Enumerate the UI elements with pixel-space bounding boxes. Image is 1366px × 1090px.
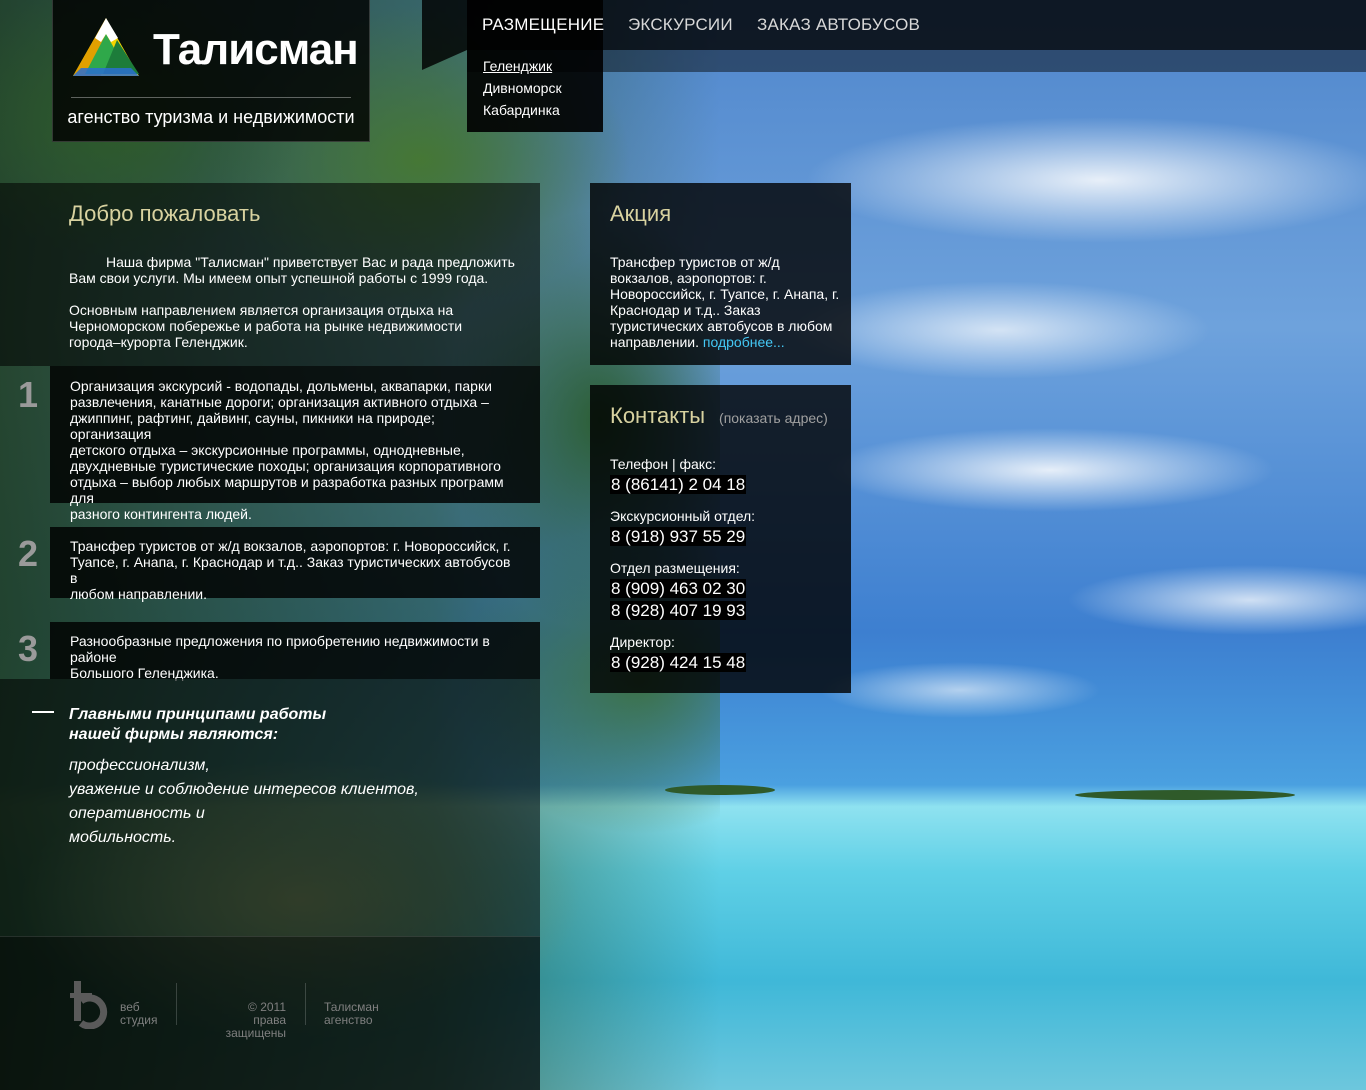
footer-line: права защищены: [225, 1013, 286, 1040]
accommodation-dropdown: РАЗМЕЩЕНИЕ Геленджик Дивноморск Кабардин…: [467, 0, 604, 132]
logo-name: Талисман: [153, 25, 359, 74]
service-line: джиппинг, рафтинг, дайвинг, сауны, пикни…: [70, 410, 435, 442]
excursion-dept-phone: 8 (918) 937 55 29: [610, 527, 747, 547]
service-line: разного контингента людей.: [70, 506, 252, 522]
footer-copyright: © 2011 права защищены: [194, 1001, 286, 1040]
director-label: Директор:: [610, 634, 675, 650]
service-line: Туапсе, г. Анапа, г. Краснодар и т.д.. З…: [70, 554, 511, 586]
welcome-line: Вам свои услуги. Мы имеем опыт успешной …: [69, 270, 489, 286]
phone-label: Телефон | факс:: [610, 456, 716, 472]
principle-item: оперативность и: [69, 805, 205, 822]
principle-item: профессионализм,: [69, 757, 210, 774]
nav-accommodation[interactable]: РАЗМЕЩЕНИЕ: [482, 15, 604, 35]
service-number: 3: [18, 628, 39, 669]
contacts-panel: Контакты (показать адрес) Телефон | факс:…: [590, 385, 851, 693]
promo-text: Трансфер туристов от ж/д вокзалов, аэроп…: [610, 254, 845, 350]
logo-tagline: агенство туризма и недвижимости: [67, 107, 355, 127]
promo-line: туристических автобусов в любом: [610, 318, 833, 334]
footer: веб студия © 2011 права защищены Талисма…: [0, 936, 540, 1090]
dropdown-item-kabardinka[interactable]: Кабардинка: [483, 102, 560, 118]
principles-heading-line: нашей фирмы являются:: [69, 726, 279, 743]
nav-bus-order[interactable]: ЗАКАЗ АВТОБУСОВ: [757, 15, 920, 35]
dropdown-item-gelendzhik[interactable]: Геленджик: [483, 58, 552, 74]
welcome-line: Наша фирма "Талисман" приветствует Вас и…: [106, 254, 515, 270]
principles-heading-line: Главными принципами работы: [69, 706, 327, 723]
director-phone: 8 (928) 424 15 48: [610, 653, 747, 673]
promo-line: Новороссийск, г. Туапсе, г. Анапа, г.: [610, 286, 840, 302]
background-island: [1075, 790, 1295, 800]
welcome-title: Добро пожаловать: [69, 201, 261, 226]
principles-heading: Главными принципами работы нашей фирмы я…: [69, 705, 369, 745]
phone-value: 8 (909) 463 02 30: [610, 579, 747, 598]
service-item-2: 2 Трансфер туристов от ж/д вокзалов, аэр…: [0, 527, 540, 602]
principles-dash: [32, 711, 54, 713]
logo-divider: [71, 97, 351, 98]
promo-line: направлении. подробнее...: [610, 334, 845, 350]
excursion-dept-label: Экскурсионный отдел:: [610, 508, 756, 524]
footer-agency: Талисман агенство: [324, 1001, 379, 1027]
promo-title: Акция: [610, 201, 672, 226]
nav-excursions[interactable]: ЭКСКУРСИИ: [628, 15, 733, 35]
service-line: Организация экскурсий - водопады, дольме…: [70, 378, 492, 394]
service-line: Трансфер туристов от ж/д вокзалов, аэроп…: [70, 538, 511, 554]
main-content: Добро пожаловать Наша фирма "Талисман" п…: [0, 183, 540, 1090]
service-line: двухдневные туристические походы; органи…: [70, 458, 501, 474]
service-item-3: 3 Разнообразные предложения по приобрете…: [0, 622, 540, 681]
accommodation-dept-label: Отдел размещения:: [610, 560, 740, 576]
top-nav-notch: [422, 50, 467, 70]
show-address-link[interactable]: (показать адрес): [719, 410, 828, 426]
service-line: отдыха – выбор любых маршрутов и разрабо…: [70, 474, 504, 506]
phone-value: 8 (86141) 2 04 18: [610, 475, 747, 494]
welcome-line: Основным направлением является организац…: [69, 302, 454, 318]
service-number: 2: [18, 533, 39, 574]
welcome-line: города–курорта Геленджик.: [69, 334, 248, 350]
principles-section: Главными принципами работы нашей фирмы я…: [0, 679, 540, 936]
promo-line: Краснодар и т.д.. Заказ: [610, 302, 761, 318]
background-island: [665, 785, 775, 795]
phone-value: 8 (928) 424 15 48: [610, 653, 747, 672]
service-text: Трансфер туристов от ж/д вокзалов, аэроп…: [70, 538, 520, 602]
phone-value: 8 (928) 407 19 93: [610, 601, 747, 620]
promo-line: вокзалов, аэропортов: г.: [610, 270, 767, 286]
footer-studio-text[interactable]: веб студия: [120, 1001, 157, 1027]
service-line: детского отдыха – экскурсионные программ…: [70, 442, 465, 458]
phone-value: 8 (918) 937 55 29: [610, 527, 747, 546]
service-line: развлечения, канатные дороги; организаци…: [70, 394, 489, 410]
logo[interactable]: Талисман агенство туризма и недвижимости: [52, 0, 370, 142]
promo-line: Трансфер туристов от ж/д: [610, 254, 780, 270]
web-studio-logo-icon[interactable]: [70, 979, 114, 1029]
service-item-1: 1 Организация экскурсий - водопады, доль…: [0, 366, 540, 522]
principle-item: уважение и соблюдение интересов клиентов…: [69, 781, 419, 798]
service-text: Организация экскурсий - водопады, дольме…: [70, 378, 520, 522]
service-number: 1: [18, 374, 39, 415]
contacts-title: Контакты: [610, 403, 706, 428]
contacts-heading: Контакты (показать адрес): [610, 403, 828, 429]
welcome-line: Черноморском побережье и работа на рынке…: [69, 318, 463, 334]
footer-line: агенство: [324, 1013, 373, 1027]
accommodation-dept-phone-2: 8 (928) 407 19 93: [610, 601, 747, 621]
service-text: Разнообразные предложения по приобретени…: [70, 633, 520, 681]
service-line: Разнообразные предложения по приобретени…: [70, 633, 490, 665]
phone-number: 8 (86141) 2 04 18: [610, 475, 747, 495]
dropdown-item-divnomorsk[interactable]: Дивноморск: [483, 80, 562, 96]
promo-panel: Акция Трансфер туристов от ж/д вокзалов,…: [590, 183, 851, 365]
mountain-logo-icon: [73, 18, 139, 76]
promo-last-line: направлении.: [610, 334, 700, 350]
footer-line: студия: [120, 1013, 158, 1027]
footer-divider: [305, 983, 306, 1025]
footer-divider: [176, 983, 177, 1025]
principle-item: мобильность.: [69, 829, 177, 846]
accommodation-dept-phone-1: 8 (909) 463 02 30: [610, 579, 747, 599]
service-line: любом направлении.: [70, 586, 207, 602]
promo-more-link[interactable]: подробнее...: [703, 334, 785, 350]
welcome-section: Добро пожаловать Наша фирма "Талисман" п…: [0, 183, 540, 366]
welcome-text: Наша фирма "Талисман" приветствует Вас и…: [69, 254, 529, 350]
